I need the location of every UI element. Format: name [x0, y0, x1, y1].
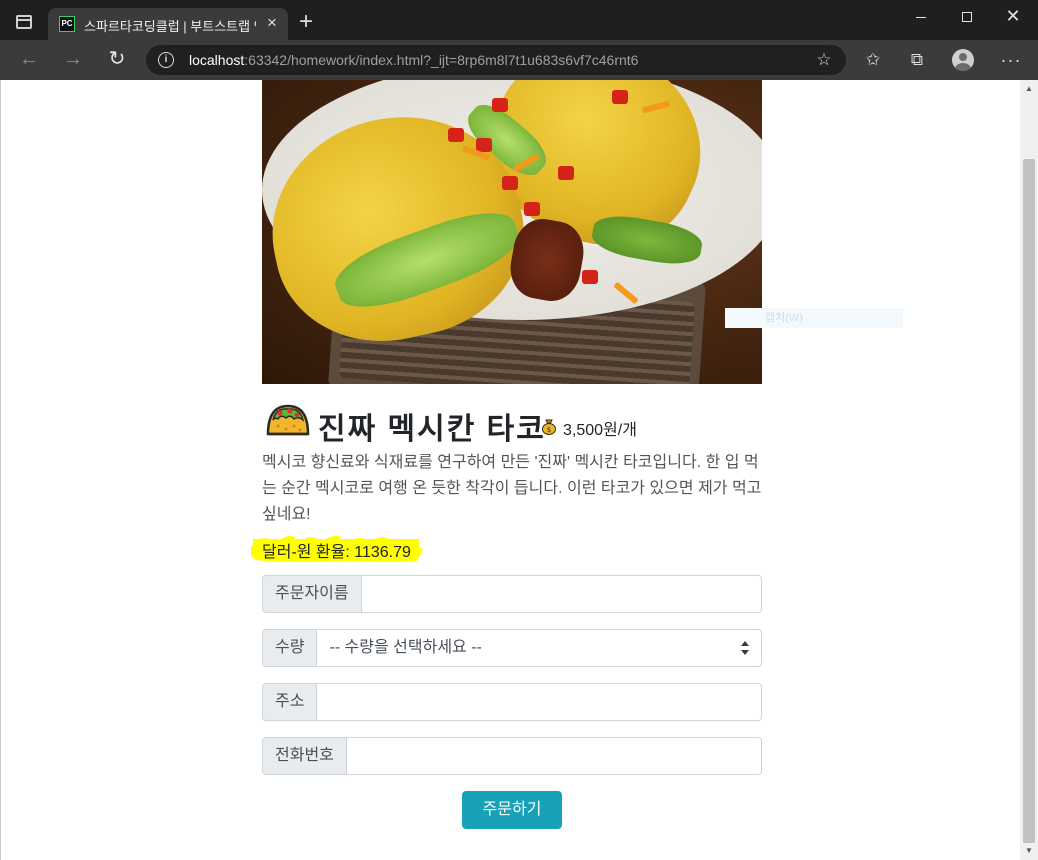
scroll-down-icon[interactable]: ▼	[1020, 842, 1038, 860]
scrollbar-thumb[interactable]	[1023, 159, 1035, 843]
close-window-button[interactable]: ✕	[990, 0, 1036, 32]
pycharm-favicon-icon: PC	[59, 16, 75, 32]
name-input[interactable]	[361, 576, 761, 612]
name-label: 주문자이름	[263, 576, 362, 612]
exchange-rate-area: 달러-원 환율: 1136.79	[247, 527, 427, 567]
more-menu-icon[interactable]: ···	[1000, 49, 1022, 71]
browser-titlebar: PC 스파르타코딩클럽 | 부트스트랩 연습 × + ✕	[0, 0, 1038, 40]
site-info-icon[interactable]: i	[158, 52, 174, 68]
product-price: 3,500원/개	[563, 422, 637, 439]
forward-arrow-icon[interactable]: →	[61, 48, 85, 72]
favorites-icon[interactable]: ✩	[862, 49, 884, 71]
order-button[interactable]: 주문하기	[462, 791, 562, 829]
url-text: localhost:63342/homework/index.html?_ijt…	[189, 52, 638, 68]
phone-input[interactable]	[346, 738, 761, 774]
exchange-rate: 달러-원 환율: 1136.79	[262, 544, 411, 561]
svg-text:$: $	[547, 426, 551, 434]
quantity-selected-value: -- 수량을 선택하세요 --	[329, 639, 482, 656]
product-title: 진짜 멕시칸 타코	[318, 413, 546, 446]
address-bar[interactable]: i localhost:63342/homework/index.html?_i…	[146, 45, 846, 75]
new-tab-icon[interactable]: +	[296, 10, 316, 34]
tab-close-icon[interactable]: ×	[262, 13, 282, 33]
tab-title: 스파르타코딩클럽 | 부트스트랩 연습	[84, 19, 256, 34]
browser-tab[interactable]: PC 스파르타코딩클럽 | 부트스트랩 연습 ×	[48, 8, 288, 40]
quantity-input-group: 수량 -- 수량을 선택하세요 --	[262, 629, 762, 667]
add-favorite-icon[interactable]: ☆	[814, 50, 834, 70]
back-arrow-icon[interactable]: ←	[17, 48, 41, 72]
page-viewport: 캡처(W) 진짜 멕시칸 타코 $ 3,500원/개 멕시코 향신료와 식재료를…	[0, 80, 1038, 860]
select-arrows-icon	[741, 641, 749, 655]
maximize-button[interactable]	[944, 0, 990, 32]
address-input[interactable]	[317, 684, 761, 720]
collections-icon[interactable]: ⧉	[906, 49, 928, 71]
ghost-tooltip: 캡처(W)	[725, 308, 903, 328]
browser-toolbar: ← → ↻ i localhost:63342/homework/index.h…	[0, 40, 1038, 80]
address-input-group: 주소	[262, 683, 762, 721]
minimize-button[interactable]	[898, 0, 944, 32]
taco-icon	[266, 404, 310, 436]
name-input-group: 주문자이름	[262, 575, 762, 613]
profile-avatar[interactable]	[952, 49, 974, 71]
taco-photo	[262, 80, 762, 384]
phone-label: 전화번호	[263, 738, 347, 774]
tab-actions-icon[interactable]	[16, 15, 32, 29]
product-heading: 진짜 멕시칸 타코 $ 3,500원/개	[264, 398, 764, 446]
url-host: localhost	[189, 52, 245, 68]
phone-input-group: 전화번호	[262, 737, 762, 775]
reload-icon[interactable]: ↻	[105, 48, 129, 72]
address-label: 주소	[263, 684, 318, 720]
page-scrollbar[interactable]: ▲ ▼	[1020, 80, 1038, 860]
money-bag-icon: $	[542, 419, 556, 435]
quantity-label: 수량	[263, 630, 318, 666]
product-description: 멕시코 향신료와 식재료를 연구하여 만든 '진짜' 멕시칸 타코입니다. 한 …	[262, 454, 762, 523]
quantity-select[interactable]: -- 수량을 선택하세요 --	[317, 630, 761, 666]
url-path: :63342/homework/index.html?_ijt=8rp6m8l7…	[244, 52, 639, 68]
scroll-up-icon[interactable]: ▲	[1020, 80, 1038, 98]
